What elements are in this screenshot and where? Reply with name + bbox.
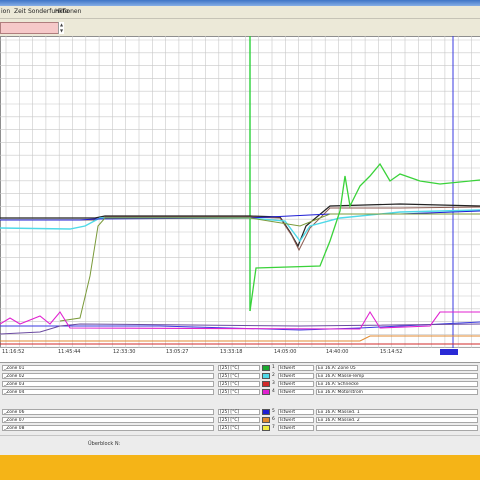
trace-orange <box>0 335 480 342</box>
menu-item-hilfe[interactable]: Hilfe <box>55 6 69 18</box>
legend-row[interactable]: _Zone 03 [25] [°C] 3 Istwert Ex 16.A: Sc… <box>0 381 480 388</box>
legend-name: _Zone 03 <box>2 381 214 387</box>
legend-unit: [25] [°C] <box>218 389 260 395</box>
legend-source: Ex 16.A: Massed. 2 <box>316 417 478 423</box>
legend-unit: [25] [°C] <box>218 417 260 423</box>
trend-chart <box>0 36 480 348</box>
legend-number: 1 <box>272 365 275 370</box>
x-tick-label: 11:16:52 <box>2 349 25 355</box>
legend-kind: Istwert <box>278 409 314 415</box>
status-text: Überblock N: <box>88 441 121 447</box>
legend-name: _Zone 02 <box>2 373 214 379</box>
x-tick-label: 15:14:52 <box>380 349 403 355</box>
legend-unit: [25] [°C] <box>218 409 260 415</box>
legend-number: 4 <box>272 389 275 394</box>
legend-color-swatch[interactable] <box>262 365 270 371</box>
legend-number: 2 <box>272 373 275 378</box>
x-axis: 11:16:52 11:45:44 12:33:30 13:05:27 13:3… <box>0 348 480 362</box>
legend-row-empty <box>0 397 480 404</box>
legend-source: Ex 16.A: Schnecke <box>316 381 478 387</box>
legend-unit: [25] [°C] <box>218 381 260 387</box>
legend-unit: [25] [°C] <box>218 373 260 379</box>
legend-unit: [25] [°C] <box>218 365 260 371</box>
chart-curves <box>0 36 480 348</box>
toolbar <box>0 19 480 36</box>
chart-grid <box>0 36 480 348</box>
legend-name: _Zone 04 <box>2 389 214 395</box>
legend-kind: Istwert <box>278 373 314 379</box>
channel-select-box[interactable] <box>0 22 64 34</box>
legend-name: _Zone 01 <box>2 365 214 371</box>
x-tick-label: 14:05:00 <box>274 349 297 355</box>
x-tick-label: 11:45:44 <box>58 349 81 355</box>
legend-name: _Zone 06 <box>2 409 214 415</box>
legend-source: Ex 16.A: Motorstrom <box>316 389 478 395</box>
legend-color-swatch[interactable] <box>262 389 270 395</box>
legend-row[interactable]: _Zone 06 [25] [°C] 5 Istwert Ex 16.A: Ma… <box>0 409 480 416</box>
spin-control[interactable]: ▲ ▼ <box>58 22 64 34</box>
legend-number: 3 <box>272 381 275 386</box>
legend-source: Ex 16.A: Zone 05 <box>316 365 478 371</box>
legend-row[interactable]: _Zone 01 [25] [°C] 1 Istwert Ex 16.A: Zo… <box>0 365 480 372</box>
legend-color-swatch[interactable] <box>262 409 270 415</box>
legend-number: 6 <box>272 417 275 422</box>
menu-item[interactable]: ion <box>1 6 10 18</box>
legend-color-swatch[interactable] <box>262 381 270 387</box>
legend-kind: Istwert <box>278 417 314 423</box>
legend-source <box>316 425 478 431</box>
legend-number: 7 <box>272 425 275 430</box>
x-tick-label: 13:33:18 <box>220 349 243 355</box>
status-bar: Überblock N: <box>0 435 480 456</box>
legend-unit: [25] [°C] <box>218 425 260 431</box>
legend-color-swatch[interactable] <box>262 373 270 379</box>
legend-name: _Zone 07 <box>2 417 214 423</box>
legend-number: 5 <box>272 409 275 414</box>
trace-cyan <box>0 209 480 243</box>
legend-kind: Istwert <box>278 365 314 371</box>
menu-bar: ion Zeit Sonderfunktionen Hilfe <box>0 6 480 19</box>
footer-band <box>0 455 480 480</box>
legend-panel: _Zone 01 [25] [°C] 1 Istwert Ex 16.A: Zo… <box>0 362 480 436</box>
legend-row[interactable]: _Zone 04 [25] [°C] 4 Istwert Ex 16.A: Mo… <box>0 389 480 396</box>
legend-source: Ex 16.A: Massed. 1 <box>316 409 478 415</box>
legend-row[interactable]: _Zone 02 [25] [°C] 2 Istwert Ex 16.A: Ma… <box>0 373 480 380</box>
legend-color-swatch[interactable] <box>262 417 270 423</box>
legend-name: _Zone 08 <box>2 425 214 431</box>
legend-kind: Istwert <box>278 389 314 395</box>
x-tick-label: 14:40:00 <box>326 349 349 355</box>
cursor-time-marker[interactable] <box>440 349 458 355</box>
x-tick-label: 12:33:30 <box>113 349 136 355</box>
menu-item-zeit[interactable]: Zeit <box>14 6 26 18</box>
legend-row[interactable]: _Zone 07 [25] [°C] 6 Istwert Ex 16.A: Ma… <box>0 417 480 424</box>
legend-kind: Istwert <box>278 381 314 387</box>
legend-kind: Istwert <box>278 425 314 431</box>
legend-source: Ex 16.A: Masse-Temp <box>316 373 478 379</box>
legend-color-swatch[interactable] <box>262 425 270 431</box>
x-tick-label: 13:05:27 <box>166 349 189 355</box>
trace-dark <box>0 203 480 248</box>
legend-row[interactable]: _Zone 08 [25] [°C] 7 Istwert <box>0 425 480 432</box>
